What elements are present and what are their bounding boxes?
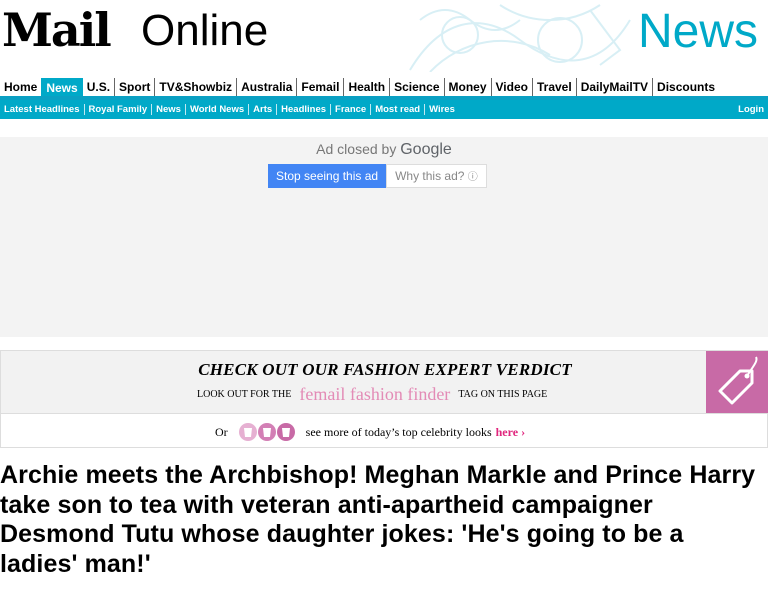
price-tag-icon bbox=[706, 351, 768, 413]
subnav-item-arts[interactable]: Arts bbox=[249, 104, 278, 115]
look-out-label: LOOK OUT FOR THE bbox=[197, 389, 292, 400]
fashion-subline: LOOK OUT FOR THE femail fashion finder T… bbox=[197, 384, 547, 405]
nav-item-travel[interactable]: Travel bbox=[533, 78, 577, 96]
clothing-icons bbox=[238, 423, 295, 441]
fashion-finder-label: femail fashion finder bbox=[299, 384, 451, 404]
stop-seeing-ad-button[interactable]: Stop seeing this ad bbox=[268, 164, 387, 188]
subnav-item-france[interactable]: France bbox=[331, 104, 372, 115]
nav-item-u-s-[interactable]: U.S. bbox=[83, 78, 116, 96]
tag-on-page-label: TAG ON THIS PAGE bbox=[458, 389, 548, 400]
masthead: Mail Online News bbox=[0, 0, 784, 72]
nav-item-science[interactable]: Science bbox=[390, 78, 445, 96]
sub-nav: Latest Headlines Royal Family News World Ne… bbox=[0, 100, 768, 119]
ad-closed-text: Ad closed by Google bbox=[0, 141, 768, 159]
nav-item-femail[interactable]: Femail bbox=[297, 78, 345, 96]
ad-buttons: Stop seeing this ad Why this ad? ⓘ bbox=[268, 164, 487, 188]
celebrity-looks-banner: Or see more of today’s top celebrity loo… bbox=[0, 414, 768, 448]
see-more-label: see more of today’s top celebrity looks bbox=[305, 424, 492, 439]
subnav-item-most-read[interactable]: Most read bbox=[371, 104, 426, 115]
online-logo[interactable]: Online bbox=[141, 6, 268, 56]
nav-item-home[interactable]: Home bbox=[0, 78, 43, 96]
subnav-item-wires[interactable]: Wires bbox=[425, 104, 459, 115]
fashion-finder-banner[interactable]: CHECK OUT OUR FASHION EXPERT VERDICT LOO… bbox=[0, 350, 768, 414]
nav-item-discounts[interactable]: Discounts bbox=[653, 78, 719, 96]
nav-item-dailymailtv[interactable]: DailyMailTV bbox=[577, 78, 654, 96]
section-title: News bbox=[637, 5, 758, 58]
login-link[interactable]: Login bbox=[738, 104, 768, 115]
nav-item-health[interactable]: Health bbox=[344, 78, 391, 96]
here-link[interactable]: here › bbox=[496, 425, 525, 440]
or-label: Or bbox=[215, 424, 228, 439]
celebrity-looks-row: Or see more of today’s top celebrity loo… bbox=[215, 422, 525, 442]
article-headline[interactable]: Archie meets the Archbishop! Meghan Mark… bbox=[0, 461, 760, 579]
here-link-label: here bbox=[495, 424, 519, 439]
nav-item-money[interactable]: Money bbox=[445, 78, 492, 96]
nav-item-sport[interactable]: Sport bbox=[115, 78, 156, 96]
mail-logo[interactable]: Mail bbox=[2, 4, 112, 56]
nav-item-video[interactable]: Video bbox=[492, 78, 533, 96]
fashion-heading: CHECK OUT OUR FASHION EXPERT VERDICT bbox=[198, 360, 572, 379]
google-logo: Google bbox=[400, 141, 452, 158]
main-nav: Home News U.S. Sport TV&Showbiz Australia Fema… bbox=[0, 76, 768, 100]
why-this-ad-label: Why this ad? bbox=[395, 169, 465, 183]
nav-item-tv-showbiz[interactable]: TV&Showbiz bbox=[155, 78, 238, 96]
ad-slot: Ad closed by Google Stop seeing this ad … bbox=[0, 137, 768, 337]
subnav-item-latest-headlines[interactable]: Latest Headlines bbox=[0, 104, 85, 115]
subnav-item-world-news[interactable]: World News bbox=[186, 104, 250, 115]
ad-closed-label: Ad closed by bbox=[316, 141, 397, 157]
why-this-ad-button[interactable]: Why this ad? ⓘ bbox=[386, 164, 487, 188]
subnav-item-royal-family[interactable]: Royal Family bbox=[85, 104, 153, 115]
subnav-item-news[interactable]: News bbox=[152, 104, 186, 115]
subnav-item-headlines[interactable]: Headlines bbox=[277, 104, 332, 115]
nav-item-australia[interactable]: Australia bbox=[237, 78, 298, 96]
nav-item-news[interactable]: News bbox=[41, 78, 83, 96]
info-icon: ⓘ bbox=[467, 172, 478, 183]
